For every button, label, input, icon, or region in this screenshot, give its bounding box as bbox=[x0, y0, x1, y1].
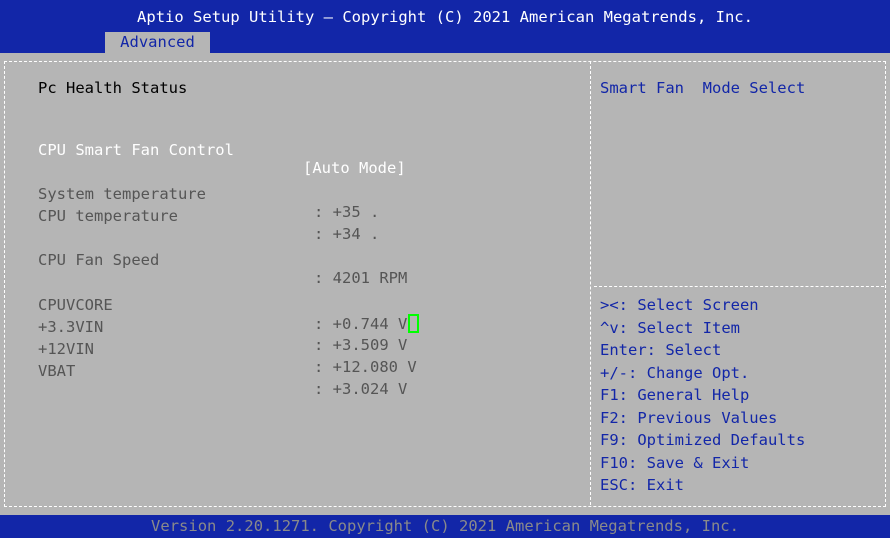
reading-label: CPU temperature bbox=[38, 207, 178, 225]
reading-value: : +34 . bbox=[314, 225, 380, 243]
help-separator bbox=[594, 286, 884, 287]
text-cursor bbox=[408, 314, 420, 333]
section-title: Pc Health Status bbox=[38, 79, 188, 97]
reading-value: : +3.024 V bbox=[314, 380, 408, 398]
reading-value: : +35 . bbox=[314, 203, 380, 221]
tab-advanced[interactable]: Advanced bbox=[105, 32, 210, 53]
key-help-item: F2: Previous Values bbox=[600, 408, 778, 427]
fan-control-label: CPU Smart Fan Control bbox=[38, 141, 234, 159]
key-help-item: F10: Save & Exit bbox=[600, 453, 750, 472]
key-help-item: Enter: Select bbox=[600, 341, 722, 359]
panel-divider bbox=[590, 61, 591, 505]
app-title: Aptio Setup Utility – Copyright (C) 2021… bbox=[137, 8, 753, 26]
key-help-item: ><: Select Screen bbox=[600, 296, 759, 314]
reading-label: CPU Fan Speed bbox=[38, 251, 160, 269]
reading-value: : 4201 RPM bbox=[314, 269, 408, 287]
reading-value: : +12.080 V bbox=[314, 358, 417, 376]
reading-label: VBAT bbox=[38, 362, 76, 380]
key-help-item: +/-: Change Opt. bbox=[600, 363, 750, 382]
key-help-item: ESC: Exit bbox=[600, 476, 684, 494]
fan-control-value[interactable]: [Auto Mode] bbox=[303, 159, 406, 177]
footer-bar: Version 2.20.1271. Copyright (C) 2021 Am… bbox=[0, 515, 890, 538]
reading-value: : +0.744 V bbox=[314, 315, 408, 333]
item-help-text: Smart Fan Mode Select bbox=[600, 79, 806, 97]
vbat-row: VBAT : +3.024 V bbox=[38, 344, 407, 416]
title-bar: Aptio Setup Utility – Copyright (C) 2021… bbox=[0, 0, 890, 53]
reading-value: : +3.509 V bbox=[314, 336, 408, 354]
key-help-item: F1: General Help bbox=[600, 386, 750, 404]
main-panel: Pc Health Status CPU Smart Fan Control [… bbox=[0, 53, 890, 515]
reading-value-wrap: : +0.744 V bbox=[314, 314, 420, 333]
key-help-item: F9: Optimized Defaults bbox=[600, 431, 806, 449]
key-help-item: ^v: Select Item bbox=[600, 318, 740, 337]
